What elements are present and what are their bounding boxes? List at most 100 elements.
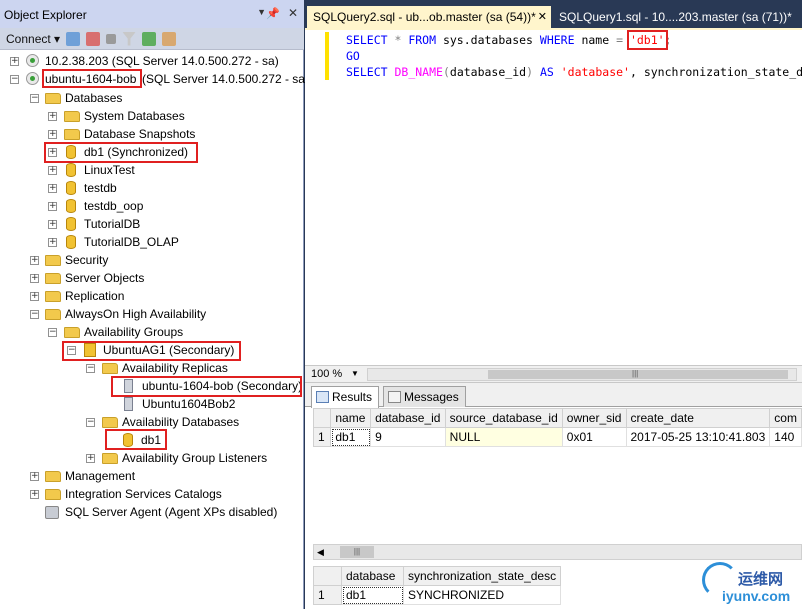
server-icon xyxy=(26,54,39,67)
close-icon[interactable]: ✕ xyxy=(288,6,298,20)
code-line-2[interactable]: GO xyxy=(346,48,360,64)
collapse-icon[interactable]: − xyxy=(86,418,95,427)
tab-sqlquery2[interactable]: SQLQuery2.sql - ub...ob.master (sa (54))… xyxy=(307,6,551,28)
column-header[interactable]: database_id xyxy=(370,408,446,428)
object-explorer-tree: + 10.2.38.203 (SQL Server 14.0.500.272 -… xyxy=(0,52,309,609)
table-cell[interactable]: 140 xyxy=(769,427,802,447)
tree-node-server-1[interactable]: + 10.2.38.203 (SQL Server 14.0.500.272 -… xyxy=(0,52,300,70)
collapse-icon[interactable]: − xyxy=(30,310,39,319)
table-cell[interactable]: NULL xyxy=(444,427,563,447)
scroll-left-icon[interactable]: ◀ xyxy=(317,547,324,558)
expand-icon[interactable]: + xyxy=(48,130,57,139)
folder-icon xyxy=(64,111,80,122)
column-header[interactable]: create_date xyxy=(625,408,771,428)
results-tab-strip: Results Messages xyxy=(305,383,802,408)
object-explorer-toolbar: Connect ▾ xyxy=(0,28,304,50)
dock-menu-icon[interactable]: ▼ xyxy=(257,7,266,17)
tab-messages[interactable]: Messages xyxy=(383,386,466,407)
expand-icon[interactable]: + xyxy=(30,472,39,481)
code-line-1[interactable]: SELECT * FROM sys.databases WHERE name =… xyxy=(346,30,672,50)
table-cell[interactable]: db1 xyxy=(330,427,372,447)
collapse-icon[interactable]: − xyxy=(86,364,95,373)
highlight-box xyxy=(44,142,198,163)
column-header[interactable]: synchronization_state_desc xyxy=(402,566,562,586)
tab-results[interactable]: Results xyxy=(311,386,380,408)
table-cell[interactable]: 2017-05-25 13:10:41.803 xyxy=(625,427,771,447)
highlight-box xyxy=(105,429,167,450)
row-number[interactable]: 1 xyxy=(312,427,332,447)
folder-icon xyxy=(45,291,61,302)
scroll-grip-icon: ||| xyxy=(632,369,639,378)
column-header[interactable]: name xyxy=(330,408,372,428)
query-editor[interactable]: SELECT * FROM sys.databases WHERE name =… xyxy=(305,28,802,367)
folder-icon xyxy=(45,93,61,104)
result-grid-1[interactable]: name database_id source_database_id owne… xyxy=(312,408,802,447)
expand-icon[interactable]: + xyxy=(30,292,39,301)
editor-status-strip: 100 % ▼ ||| xyxy=(305,365,802,383)
change-marker xyxy=(325,32,329,80)
watermark: 运维网 iyunv.com xyxy=(700,560,802,609)
pin-icon[interactable]: 📌 xyxy=(266,7,280,20)
table-cell[interactable]: db1 xyxy=(341,585,404,605)
grid-horizontal-scrollbar[interactable]: ◀ ||| xyxy=(313,544,802,560)
disconnect-icon[interactable] xyxy=(86,31,101,46)
collapse-icon[interactable]: − xyxy=(30,94,39,103)
editor-gutter xyxy=(305,30,329,367)
stop-icon[interactable] xyxy=(106,33,117,44)
expand-icon[interactable]: + xyxy=(30,490,39,499)
document-tab-strip: SQLQuery2.sql - ub...ob.master (sa (54))… xyxy=(305,0,802,28)
close-tab-icon[interactable]: ✕ xyxy=(538,10,547,23)
expand-icon[interactable]: + xyxy=(48,220,57,229)
tab-sqlquery1[interactable]: SQLQuery1.sql - 10....203.master (sa (71… xyxy=(553,6,802,28)
server-version: (SQL Server 14.0.500.272 - sa) xyxy=(142,72,309,86)
column-header[interactable] xyxy=(313,566,342,586)
zoom-dropdown-icon[interactable]: ▼ xyxy=(351,369,359,378)
expand-icon[interactable]: + xyxy=(48,112,57,121)
expand-icon[interactable]: + xyxy=(48,238,57,247)
collapse-icon[interactable]: − xyxy=(10,75,19,84)
object-explorer-panel: Object Explorer ▼ 📌 ✕ Connect ▾ + 10.2.3… xyxy=(0,0,309,609)
column-header[interactable] xyxy=(312,408,332,428)
folder-icon xyxy=(45,255,61,266)
table-cell[interactable]: SYNCHRONIZED xyxy=(402,585,562,605)
database-icon xyxy=(66,181,76,195)
database-icon xyxy=(66,163,76,177)
zoom-level[interactable]: 100 % xyxy=(311,368,342,380)
expand-icon[interactable]: + xyxy=(10,57,19,66)
scrollbar-thumb[interactable]: ||| xyxy=(340,546,374,558)
expand-icon[interactable]: + xyxy=(30,256,39,265)
folder-icon xyxy=(64,129,80,140)
column-header[interactable]: owner_sid xyxy=(561,408,627,428)
expand-icon[interactable]: + xyxy=(48,202,57,211)
folder-icon xyxy=(64,327,80,338)
expand-icon[interactable]: + xyxy=(86,454,95,463)
expand-icon[interactable]: + xyxy=(48,166,57,175)
messages-icon xyxy=(388,391,401,403)
row-number[interactable]: 1 xyxy=(313,585,342,605)
table-cell[interactable]: 0x01 xyxy=(561,427,627,447)
refresh-icon[interactable] xyxy=(142,31,157,46)
result-grid-2[interactable]: database synchronization_state_desc 1 db… xyxy=(313,566,562,605)
object-explorer-title: Object Explorer xyxy=(4,8,87,22)
table-cell[interactable]: 9 xyxy=(370,427,446,447)
expand-icon[interactable]: + xyxy=(30,274,39,283)
connect-server-icon[interactable] xyxy=(66,31,81,46)
expand-icon[interactable]: + xyxy=(48,184,57,193)
table-row[interactable]: 1 db1 SYNCHRONIZED xyxy=(313,585,562,605)
column-header[interactable]: source_database_id xyxy=(444,408,563,428)
editor-horizontal-scrollbar[interactable]: ||| xyxy=(367,368,797,381)
filter-icon[interactable] xyxy=(122,31,137,46)
code-line-3[interactable]: SELECT DB_NAME(database_id) AS 'database… xyxy=(346,64,802,80)
database-icon xyxy=(66,217,76,231)
folder-icon xyxy=(45,471,61,482)
collapse-icon[interactable]: − xyxy=(48,328,57,337)
table-row[interactable]: 1 db1 9 NULL 0x01 2017-05-25 13:10:41.80… xyxy=(312,427,802,447)
replica-icon xyxy=(124,397,133,411)
column-header[interactable]: com xyxy=(769,408,802,428)
folder-icon xyxy=(102,453,118,464)
highlight-box xyxy=(42,69,142,88)
column-header[interactable]: database xyxy=(341,566,404,586)
database-icon xyxy=(66,235,76,249)
connect-button[interactable]: Connect ▾ xyxy=(6,32,60,46)
activity-monitor-icon[interactable] xyxy=(162,31,177,46)
